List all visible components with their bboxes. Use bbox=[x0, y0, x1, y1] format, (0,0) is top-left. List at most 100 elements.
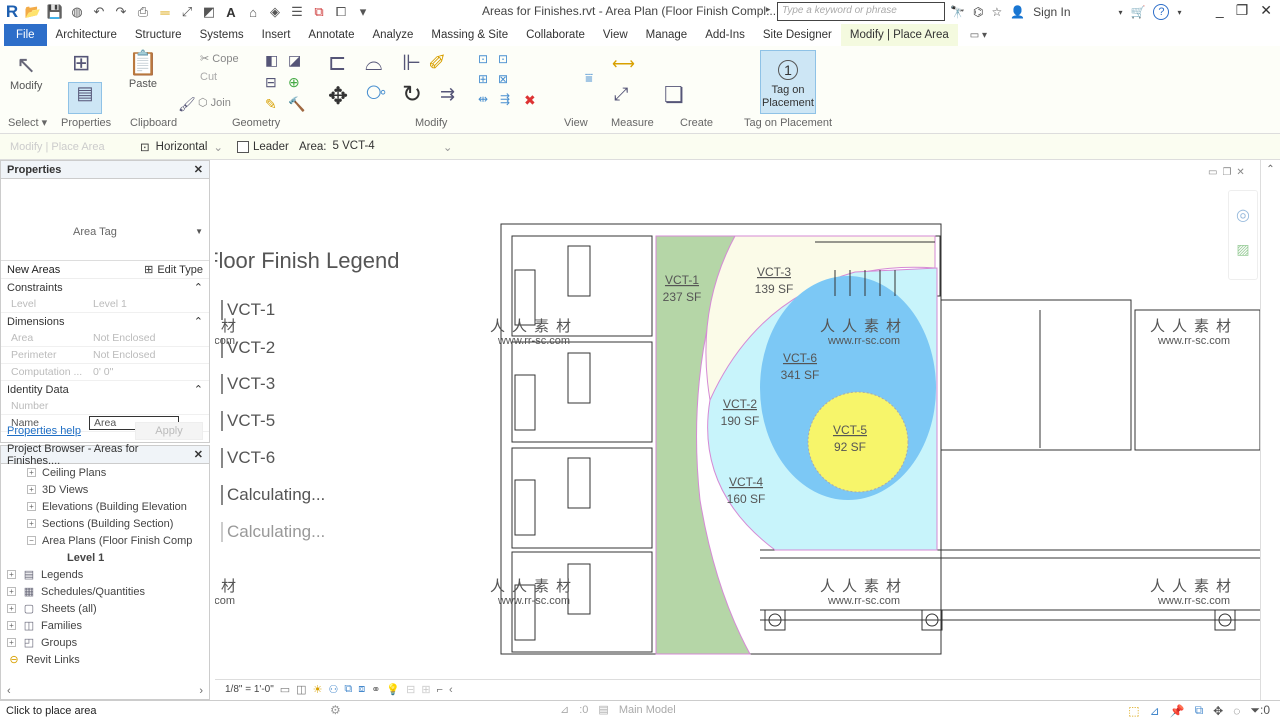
split-gap-icon[interactable]: ⊡ bbox=[498, 52, 508, 66]
ribbon-minimize-icon[interactable]: ▭ ▾ bbox=[970, 30, 987, 41]
create-group-icon[interactable]: ❏ bbox=[664, 82, 684, 108]
measure-icon[interactable]: ═ bbox=[156, 3, 174, 21]
trim-extend-icon[interactable]: ⇉ bbox=[440, 84, 455, 105]
area-tag-name[interactable]: VCT-2 bbox=[723, 397, 757, 411]
reveal-hidden-icon[interactable]: 💡 bbox=[386, 683, 400, 696]
collapse-bar-icon[interactable]: ‹ bbox=[449, 684, 453, 696]
edit-type-button[interactable]: ⊞ Edit Type bbox=[144, 263, 203, 277]
horizontal-scrollbar[interactable]: ‹ › bbox=[1, 683, 209, 699]
apply-button[interactable]: Apply bbox=[135, 422, 203, 440]
background-processes-icon[interactable]: ◌ bbox=[1233, 704, 1240, 718]
join-button[interactable]: ⬡ Join bbox=[198, 96, 231, 109]
expand-icon[interactable]: + bbox=[7, 638, 16, 647]
tab-collaborate[interactable]: Collaborate bbox=[517, 24, 594, 46]
worksets-icon[interactable]: ⚙ bbox=[330, 703, 341, 717]
array-icon[interactable]: ⊞ bbox=[478, 72, 488, 86]
view-close-icon[interactable]: ✕ bbox=[1236, 167, 1244, 178]
pin-icon[interactable]: ⇶ bbox=[500, 92, 510, 106]
browser-item[interactable]: + Ceiling Plans bbox=[1, 464, 209, 481]
area-tag-name[interactable]: VCT-3 bbox=[757, 265, 791, 279]
steering-wheel-icon[interactable]: ◎ bbox=[1229, 205, 1257, 225]
expand-icon[interactable]: + bbox=[27, 519, 36, 528]
analytical-model-icon[interactable]: ⊞ bbox=[421, 683, 430, 696]
shadows-icon[interactable]: ⚇ bbox=[328, 683, 338, 696]
aligned-dimension-icon[interactable]: ⤢ bbox=[614, 84, 628, 105]
main-model-select[interactable]: Main Model bbox=[619, 704, 676, 716]
unpin-icon[interactable]: ⇹ bbox=[478, 92, 488, 106]
undo-icon[interactable]: ↶ bbox=[90, 3, 108, 21]
browser-item[interactable]: +3D Views bbox=[1, 481, 209, 498]
expand-icon[interactable]: + bbox=[27, 468, 36, 477]
align-icon[interactable]: ⊏ bbox=[328, 50, 346, 76]
tab-insert[interactable]: Insert bbox=[253, 24, 300, 46]
browser-item[interactable]: + ▤ Legends bbox=[1, 566, 209, 583]
split-icon[interactable]: ⊡ bbox=[478, 52, 488, 66]
mirror-draw-icon[interactable]: ✐ bbox=[428, 50, 446, 76]
browser-item[interactable]: Level 1 bbox=[1, 549, 209, 566]
view-minimize-icon[interactable]: ▭ bbox=[1208, 167, 1217, 178]
wall-joins-icon[interactable]: ⊟ bbox=[265, 74, 277, 91]
paint-icon[interactable]: ✎ bbox=[265, 96, 277, 113]
area-tag-name[interactable]: VCT-1 bbox=[665, 273, 699, 287]
select-by-face-icon[interactable]: ⧉ bbox=[1195, 703, 1204, 718]
section-icon[interactable]: ◈ bbox=[266, 3, 284, 21]
rotate-icon[interactable]: ↻ bbox=[402, 80, 422, 109]
tab-modify-place-area[interactable]: Modify | Place Area bbox=[840, 24, 958, 46]
split-face-icon[interactable]: ◪ bbox=[288, 52, 301, 69]
browser-item[interactable]: ⊖ Revit Links bbox=[1, 651, 209, 668]
area-select[interactable]: 5 VCT-4 ⌄ bbox=[333, 140, 453, 154]
paste-button[interactable]: 📋 Paste bbox=[128, 50, 158, 90]
favorites-star-icon[interactable]: ☆ bbox=[991, 5, 1002, 19]
leader-checkbox[interactable]: Leader bbox=[237, 140, 289, 153]
select-underlay-icon[interactable]: ⊿ bbox=[1150, 704, 1160, 718]
scale-selector[interactable]: 1/8" = 1'-0" bbox=[225, 684, 274, 695]
close-icon[interactable]: ✕ bbox=[194, 163, 203, 176]
select-pinned-icon[interactable]: 📌 bbox=[1170, 704, 1185, 718]
tab-manage[interactable]: Manage bbox=[637, 24, 697, 46]
expand-icon[interactable]: + bbox=[7, 570, 16, 579]
leader-check-box[interactable] bbox=[237, 140, 249, 153]
group-select[interactable]: Select ▾ bbox=[8, 116, 47, 129]
remove-paint-icon[interactable]: 🔨 bbox=[288, 96, 305, 113]
revit-logo-icon[interactable]: R bbox=[4, 2, 20, 21]
temporary-properties-icon[interactable]: ⊟ bbox=[406, 683, 415, 696]
instance-filter-select[interactable]: New Areas bbox=[7, 264, 60, 276]
drag-elements-icon[interactable]: ✥ bbox=[1213, 704, 1223, 718]
search-input[interactable]: Type a keyword or phrase bbox=[777, 2, 945, 21]
delete-icon[interactable]: ✖ bbox=[524, 92, 536, 109]
tab-structure[interactable]: Structure bbox=[126, 24, 191, 46]
tab-site-designer[interactable]: Site Designer bbox=[754, 24, 841, 46]
tab-file[interactable]: File bbox=[4, 24, 47, 46]
navigation-bar[interactable]: ◎ ▨ bbox=[1228, 190, 1258, 280]
tab-add-ins[interactable]: Add-Ins bbox=[696, 24, 754, 46]
browser-item[interactable]: − Area Plans (Floor Finish Comp bbox=[1, 532, 209, 549]
crop-view-icon[interactable]: ⧉ bbox=[344, 683, 352, 696]
cut-button[interactable]: Cut bbox=[200, 71, 217, 83]
offset-icon[interactable]: ⌓ bbox=[365, 50, 382, 76]
category-identity-data[interactable]: Identity Data ⌃ bbox=[1, 381, 209, 398]
browser-item[interactable]: + Sections (Building Section) bbox=[1, 515, 209, 532]
scale-icon[interactable]: ⊠ bbox=[498, 72, 508, 86]
3d-view-icon[interactable]: ⌂ bbox=[244, 3, 262, 21]
properties-toggle-icon[interactable]: ▤ bbox=[68, 82, 102, 114]
browser-item[interactable]: + ◫ Families bbox=[1, 617, 209, 634]
tab-analyze[interactable]: Analyze bbox=[363, 24, 422, 46]
browser-item[interactable]: + ▦ Schedules/Quantities bbox=[1, 583, 209, 600]
cope-button[interactable]: ✂ Cope bbox=[200, 52, 239, 65]
help-icon[interactable]: ? bbox=[1153, 4, 1170, 20]
cut-geometry-icon[interactable]: ◧ bbox=[265, 52, 278, 69]
expand-icon[interactable]: + bbox=[27, 485, 36, 494]
design-options-icon[interactable]: ▤ bbox=[598, 703, 608, 716]
expand-icon[interactable]: + bbox=[7, 621, 16, 630]
category-constraints[interactable]: Constraints ⌃ bbox=[1, 279, 209, 296]
print-icon[interactable]: ⎙ bbox=[134, 3, 152, 21]
modify-button[interactable]: ↖ Modify bbox=[10, 52, 42, 92]
mirror-axis-icon[interactable]: ⊩ bbox=[402, 50, 421, 76]
override-graphics-icon[interactable]: ⩸ bbox=[585, 70, 593, 86]
expand-icon[interactable]: + bbox=[27, 502, 36, 511]
floor-plan[interactable]: VCT-1 237 SF VCT-3 139 SF VCT-6 341 SF VCT-2 19… bbox=[215, 160, 1260, 680]
zoom-icon[interactable]: ▨ bbox=[1229, 241, 1257, 258]
type-selector[interactable]: Area Tag ▼ bbox=[1, 179, 209, 261]
match-type-icon[interactable]: 🖌 bbox=[178, 96, 196, 113]
show-crop-icon[interactable]: ⧈ bbox=[358, 683, 365, 696]
